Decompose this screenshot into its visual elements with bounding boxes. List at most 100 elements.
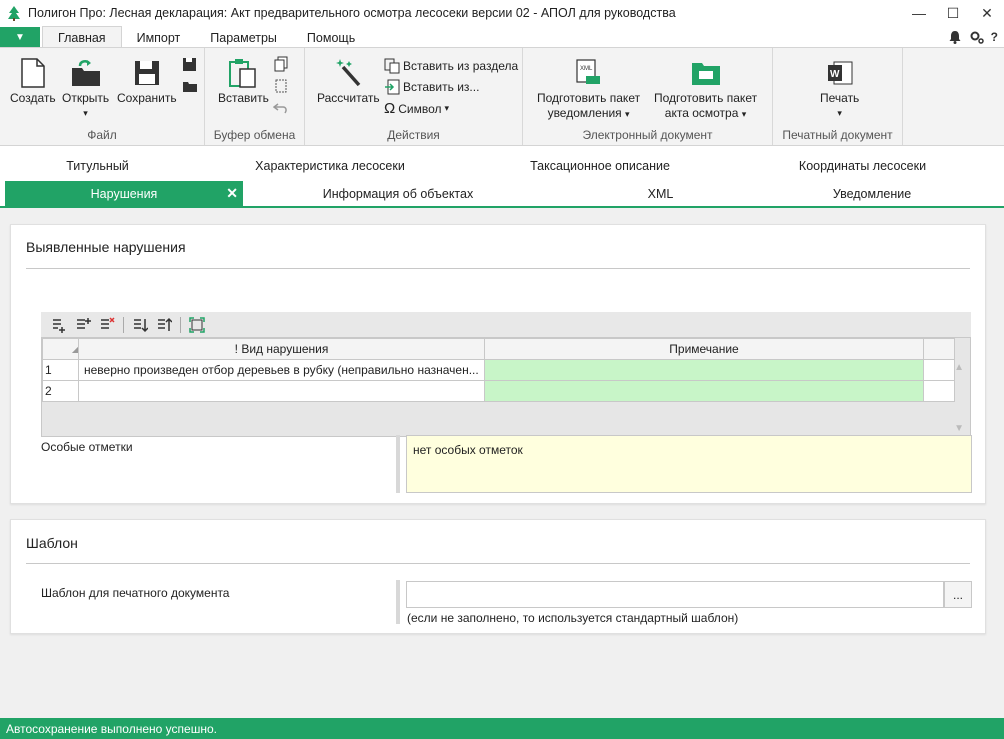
tab-plot-characteristics[interactable]: Характеристика лесосеки	[195, 153, 465, 179]
note-cell[interactable]	[484, 359, 924, 381]
row-number: 2	[42, 380, 79, 402]
tab-violations-label: Нарушения	[90, 187, 158, 201]
symbol-dropdown-arrow: ▾	[444, 103, 450, 113]
notice-package-label-2: уведомления ▾	[547, 106, 630, 120]
undo-icon[interactable]	[273, 100, 289, 116]
add-row-button[interactable]	[49, 315, 69, 335]
insert-file-icon	[385, 79, 400, 95]
tab-taxation-description[interactable]: Таксационное описание	[465, 153, 735, 179]
open-folder-icon	[71, 60, 100, 86]
clipboard-group: Вставить Буфер обмена	[205, 48, 305, 145]
clipboard-group-label: Буфер обмена	[213, 128, 296, 142]
ribbon: Создать Открыть ▾ Сохранить Файл Вставит…	[0, 47, 1004, 146]
template-field-label: Шаблон для печатного документа	[41, 586, 230, 600]
delete-row-icon	[101, 316, 115, 329]
act-package-label-1: Подготовить пакет	[654, 91, 758, 105]
omega-icon: Ω	[384, 100, 396, 117]
act-package-label-2: акта осмотра ▾	[664, 106, 747, 120]
notice-package-label-1: Подготовить пакет	[537, 91, 641, 105]
svg-text:W: W	[830, 69, 840, 80]
close-tab-icon[interactable]: ✕	[226, 185, 238, 202]
status-bar: Автосохранение выполнено успешно.	[0, 718, 1004, 739]
tab-parameters[interactable]: Параметры	[195, 27, 292, 48]
tab-objects-info[interactable]: Информация об объектах	[243, 181, 553, 207]
browse-template-button[interactable]: ...	[944, 581, 972, 608]
symbol-button[interactable]: Ω Символ ▾	[384, 100, 449, 117]
table-row[interactable]: 1 неверно произведен отбор деревьев в ру…	[42, 359, 955, 381]
row-number: 1	[42, 359, 79, 381]
tab-violations[interactable]: Нарушения ✕	[5, 181, 243, 207]
print-group-label: Печатный документ	[782, 128, 893, 142]
toolbar-separator	[180, 316, 181, 333]
file-group: Создать Открыть ▾ Сохранить Файл	[0, 48, 205, 145]
actions-group-label: Действия	[387, 128, 440, 142]
save-button[interactable]: Сохранить	[117, 56, 177, 105]
table-row[interactable]: 2	[42, 380, 955, 402]
move-up-button[interactable]	[154, 315, 174, 335]
fit-columns-button[interactable]	[187, 315, 207, 335]
template-hint: (если не заполнено, то используется стан…	[407, 611, 739, 625]
print-button[interactable]: W Печать ▾	[820, 56, 859, 120]
close-window-button[interactable]: ✕	[970, 0, 1004, 26]
insert-row-button[interactable]	[73, 315, 93, 335]
word-document-icon: W	[827, 61, 853, 85]
scroll-down-arrow[interactable]: ▼	[954, 423, 964, 434]
violations-panel: Выявленные нарушения ◢ ! Вид нарушения П…	[10, 224, 986, 504]
save-label: Сохранить	[117, 91, 177, 105]
insert-row-icon	[77, 317, 91, 329]
insert-from-label: Вставить из...	[403, 80, 480, 94]
help-icon[interactable]: ?	[991, 30, 998, 44]
app-logo-icon	[8, 6, 20, 21]
tab-notification[interactable]: Уведомление	[768, 181, 976, 207]
minimize-button[interactable]: —	[902, 0, 936, 26]
calculate-button[interactable]: Рассчитать	[317, 56, 380, 105]
copy-icon[interactable]	[273, 56, 289, 72]
template-path-input[interactable]	[406, 581, 944, 608]
file-menu-button[interactable]: ▼	[0, 27, 40, 48]
open-dropdown-arrow: ▾	[83, 108, 88, 118]
calculate-label: Рассчитать	[317, 91, 380, 105]
move-down-button[interactable]	[130, 315, 150, 335]
extra-cell	[923, 380, 955, 402]
insert-from-button[interactable]: Вставить из...	[384, 79, 479, 95]
delete-row-button[interactable]	[97, 315, 117, 335]
violation-type-cell[interactable]	[78, 380, 485, 402]
tab-main[interactable]: Главная	[42, 26, 122, 48]
violation-type-cell[interactable]: неверно произведен отбор деревьев в рубк…	[78, 359, 485, 381]
insert-from-section-label: Вставить из раздела	[403, 59, 519, 73]
paste-button[interactable]: Вставить	[218, 56, 269, 105]
maximize-button[interactable]: ☐	[936, 0, 970, 26]
special-marks-label: Особые отметки	[41, 440, 133, 454]
print-group: W Печать ▾ Печатный документ	[773, 48, 903, 145]
column-header-violation-type[interactable]: ! Вид нарушения	[78, 338, 485, 360]
prepare-notice-package-button[interactable]: XML Подготовить пакет уведомления ▾	[537, 56, 640, 121]
move-down-icon	[134, 318, 148, 332]
paste-label: Вставить	[218, 91, 269, 105]
insert-from-section-button[interactable]: Вставить из раздела	[384, 58, 518, 74]
tab-xml[interactable]: XML	[553, 181, 768, 207]
save-as-icon[interactable]	[182, 56, 198, 72]
xml-package-icon: XML	[575, 59, 600, 84]
bell-icon[interactable]	[947, 29, 963, 45]
scroll-up-arrow[interactable]: ▲	[954, 362, 964, 373]
document-tabs: Титульный Характеристика лесосеки Таксац…	[0, 151, 1004, 208]
tab-import[interactable]: Импорт	[122, 27, 196, 48]
column-header-note[interactable]: Примечание	[484, 338, 924, 360]
special-marks-field[interactable]: нет особых отметок	[406, 435, 972, 493]
folder-icon[interactable]	[182, 78, 198, 94]
title-bar: Полигон Про: Лесная декларация: Акт пред…	[0, 0, 1004, 26]
cut-icon[interactable]	[273, 78, 289, 94]
tab-help[interactable]: Помощь	[292, 27, 370, 48]
print-label: Печать	[820, 91, 860, 105]
create-button[interactable]: Создать	[10, 56, 56, 105]
green-folder-icon	[691, 63, 720, 85]
template-title: Шаблон	[26, 535, 78, 551]
tab-plot-coordinates[interactable]: Координаты лесосеки	[735, 153, 990, 179]
move-up-icon	[158, 317, 172, 331]
settings-icon[interactable]	[969, 29, 985, 45]
note-cell[interactable]	[484, 380, 924, 402]
prepare-act-package-button[interactable]: Подготовить пакет акта осмотра ▾	[654, 56, 757, 121]
tab-title-page[interactable]: Титульный	[0, 153, 195, 179]
open-button[interactable]: Открыть ▾	[62, 56, 109, 120]
violations-separator	[26, 268, 970, 269]
